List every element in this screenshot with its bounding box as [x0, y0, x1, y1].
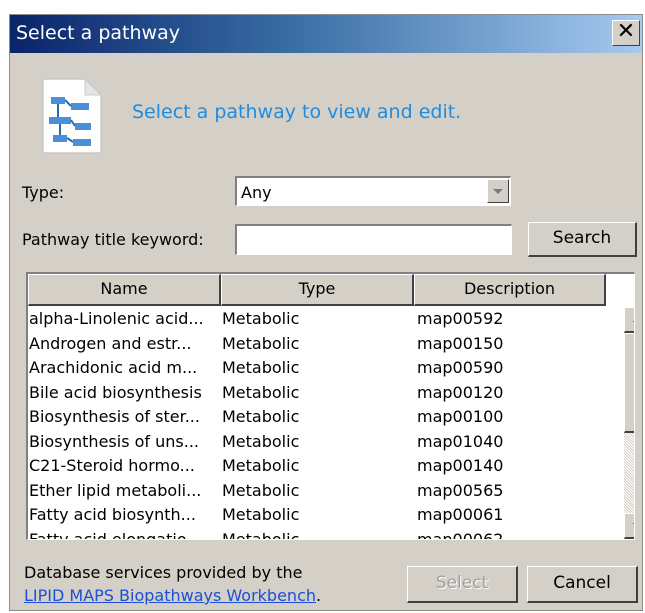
- keyword-input[interactable]: [235, 224, 512, 255]
- cell-type: Metabolic: [222, 309, 300, 328]
- table-row[interactable]: alpha-Linolenic acid... Metabolic map005…: [28, 307, 606, 332]
- cell-type: Metabolic: [222, 358, 300, 377]
- table-row[interactable]: Fatty acid biosynth... Metabolic map0006…: [28, 503, 606, 528]
- chevron-down-icon: [493, 189, 503, 194]
- table-row[interactable]: Biosynthesis of uns... Metabolic map0104…: [28, 430, 606, 455]
- select-pathway-dialog: Select a pathway ✕ Select a pathway to v…: [9, 14, 643, 611]
- type-select-value: Any: [241, 183, 272, 202]
- table-vertical-scrollbar[interactable]: [624, 307, 634, 539]
- arrow-up-icon: [633, 316, 634, 322]
- table-row[interactable]: Biosynthesis of ster... Metabolic map001…: [28, 405, 606, 430]
- cell-type: Metabolic: [222, 333, 300, 353]
- cell-description: map00565: [417, 480, 504, 500]
- close-button[interactable]: ✕: [612, 20, 640, 46]
- cell-name: Bile acid biosynthesis: [29, 382, 202, 402]
- close-icon: ✕: [616, 19, 636, 44]
- scroll-up-button[interactable]: [624, 307, 634, 333]
- cell-description: map00120: [417, 382, 504, 402]
- column-header-name[interactable]: Name: [28, 274, 221, 306]
- table-row[interactable]: Fatty acid elongatio... Metabolic map000…: [28, 528, 606, 540]
- cell-type: Metabolic: [222, 480, 300, 500]
- title-bar: Select a pathway ✕: [10, 15, 642, 53]
- cell-type: Metabolic: [222, 431, 300, 451]
- column-header-description[interactable]: Description: [414, 274, 606, 306]
- cell-name: Fatty acid biosynth...: [29, 505, 196, 524]
- type-dropdown-button[interactable]: [487, 179, 509, 203]
- cell-name: Ether lipid metaboli...: [29, 480, 202, 500]
- pathway-document-icon: [42, 77, 103, 154]
- cell-description: map00100: [417, 407, 504, 426]
- cell-type: Metabolic: [222, 505, 300, 524]
- scroll-down-button[interactable]: [624, 513, 634, 539]
- table-row[interactable]: Arachidonic acid m... Metabolic map00590: [28, 356, 606, 381]
- cell-name: Fatty acid elongatio...: [29, 529, 202, 540]
- cell-description: map00592: [417, 309, 504, 328]
- table-body: alpha-Linolenic acid... Metabolic map005…: [28, 307, 606, 540]
- cell-name: C21-Steroid hormo...: [29, 456, 195, 475]
- header-message: Select a pathway to view and edit.: [132, 101, 462, 123]
- search-button-label: Search: [552, 228, 612, 248]
- footer-credit: Database services provided by the LIPID …: [24, 561, 321, 607]
- table-row[interactable]: C21-Steroid hormo... Metabolic map00140: [28, 454, 606, 479]
- keyword-label: Pathway title keyword:: [22, 230, 204, 249]
- cell-description: map00150: [417, 333, 504, 353]
- cell-type: Metabolic: [222, 407, 300, 426]
- cell-name: alpha-Linolenic acid...: [29, 309, 204, 328]
- type-label: Type:: [22, 183, 65, 202]
- cell-description: map00062: [417, 529, 504, 540]
- footer-link-suffix: .: [316, 586, 322, 605]
- table-row[interactable]: Androgen and estr... Metabolic map00150: [28, 332, 606, 357]
- column-header-type[interactable]: Type: [221, 274, 414, 306]
- type-select[interactable]: Any: [235, 176, 511, 206]
- cell-description: map00140: [417, 456, 504, 475]
- cell-description: map01040: [417, 431, 504, 451]
- cell-type: Metabolic: [222, 529, 300, 540]
- scrollbar-thumb[interactable]: [624, 333, 634, 433]
- footer-credit-text: Database services provided by the: [24, 563, 303, 582]
- window-title: Select a pathway: [16, 22, 180, 44]
- cell-description: map00061: [417, 505, 504, 524]
- pathway-table: Name Type Description alpha-Linolenic ac…: [26, 272, 635, 540]
- select-button[interactable]: Select: [407, 566, 518, 603]
- lipid-maps-link[interactable]: LIPID MAPS Biopathways Workbench: [24, 586, 316, 605]
- cell-type: Metabolic: [222, 456, 300, 475]
- search-button[interactable]: Search: [528, 222, 637, 257]
- select-button-label: Select: [435, 573, 489, 593]
- cell-name: Biosynthesis of uns...: [29, 431, 199, 451]
- cell-name: Biosynthesis of ster...: [29, 407, 200, 426]
- table-header: Name Type Description: [28, 274, 606, 306]
- cancel-button-label: Cancel: [553, 573, 611, 593]
- table-row[interactable]: Bile acid biosynthesis Metabolic map0012…: [28, 381, 606, 406]
- cancel-button[interactable]: Cancel: [527, 566, 638, 603]
- cell-type: Metabolic: [222, 382, 300, 402]
- cell-name: Androgen and estr...: [29, 333, 192, 353]
- cell-name: Arachidonic acid m...: [29, 358, 198, 377]
- cell-description: map00590: [417, 358, 504, 377]
- arrow-down-icon: [633, 523, 634, 529]
- table-row[interactable]: Ether lipid metaboli... Metabolic map005…: [28, 479, 606, 504]
